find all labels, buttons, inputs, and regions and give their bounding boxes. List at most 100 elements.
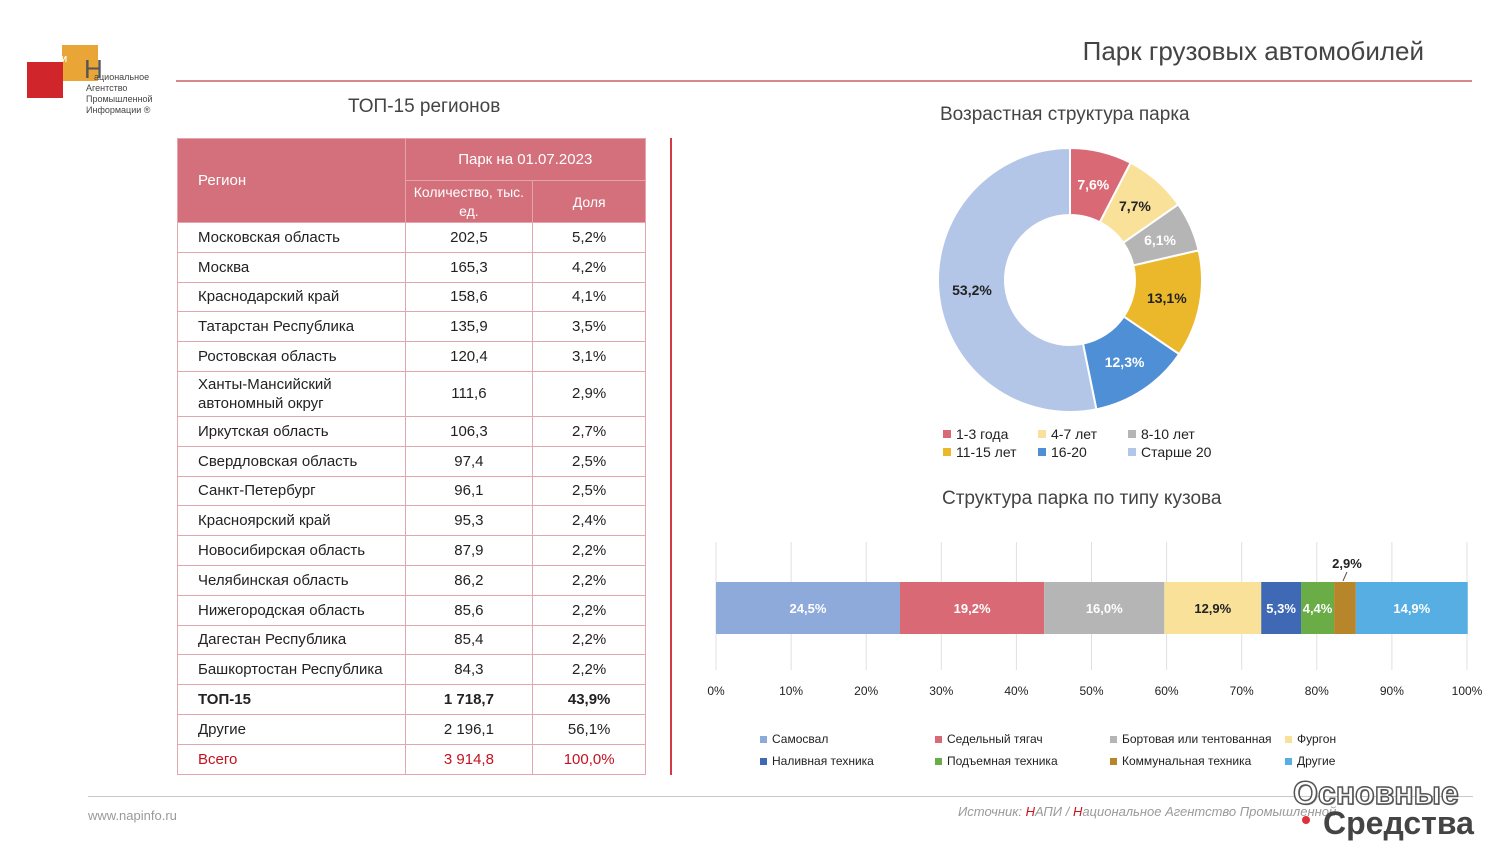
region-cell: Москва bbox=[177, 251, 406, 283]
bar-chart-title: Структура парка по типу кузова bbox=[942, 488, 1222, 509]
share-cell: 3,1% bbox=[532, 341, 646, 372]
x-tick-label: 10% bbox=[779, 684, 803, 698]
label-leader-line bbox=[1342, 571, 1348, 582]
watermark-line1: Основные bbox=[1292, 775, 1459, 811]
header-group: Парк на 01.07.2023 bbox=[404, 138, 647, 181]
count-cell: 120,4 bbox=[404, 341, 534, 372]
count-cell: 135,9 bbox=[404, 311, 534, 343]
donut-data-label: 13,1% bbox=[1147, 290, 1187, 306]
donut-data-label: 7,6% bbox=[1077, 176, 1109, 192]
region-cell: Краснодарский край bbox=[177, 281, 406, 313]
legend-swatch bbox=[935, 758, 942, 765]
count-cell: 165,3 bbox=[404, 251, 534, 283]
bar-segment bbox=[1334, 582, 1356, 634]
legend-swatch bbox=[1038, 430, 1046, 438]
count-cell: 111,6 bbox=[404, 370, 534, 417]
legend-swatch bbox=[1110, 758, 1117, 765]
legend-item: 8-10 лет bbox=[1128, 426, 1195, 442]
bar-data-label: 2,9% bbox=[1332, 556, 1362, 571]
logo-line: Промышленной bbox=[86, 94, 153, 104]
legend-label: 1-3 года bbox=[956, 426, 1009, 442]
top-divider bbox=[176, 80, 1472, 82]
table-row: Башкортостан Республика 84,3 2,2% bbox=[177, 654, 646, 686]
bar-data-label: 16,0% bbox=[1086, 601, 1123, 616]
region-cell: Дагестан Республика bbox=[177, 624, 406, 656]
legend-swatch bbox=[935, 736, 942, 743]
watermark-line2: Средства bbox=[1323, 805, 1474, 841]
table-row: Новосибирская область 87,9 2,2% bbox=[177, 535, 646, 566]
legend-label: Бортовая или тентованная bbox=[1122, 732, 1272, 746]
source-mid: АПИ / bbox=[1035, 804, 1073, 819]
legend-swatch bbox=[1285, 758, 1292, 765]
share-cell: 2,4% bbox=[532, 505, 646, 537]
share-cell: 2,5% bbox=[532, 445, 646, 477]
region-cell: Нижегородская область bbox=[177, 594, 406, 626]
legend-swatch bbox=[1285, 736, 1292, 743]
region-cell: Челябинская область bbox=[177, 564, 406, 596]
table-row: Ростовская область 120,4 3,1% bbox=[177, 341, 646, 372]
legend-item: 1-3 года bbox=[943, 426, 1008, 442]
region-cell: Всего bbox=[177, 743, 406, 775]
region-cell: Ростовская область bbox=[177, 341, 406, 372]
region-cell: Башкортостан Республика bbox=[177, 654, 406, 686]
logo-line: Информации ® bbox=[86, 105, 151, 115]
legend-swatch bbox=[1038, 448, 1046, 456]
table-row-top15: ТОП-15 1 718,7 43,9% bbox=[177, 684, 646, 715]
table-row: Московская область 202,5 5,2% bbox=[177, 222, 646, 253]
count-cell: 87,9 bbox=[404, 535, 534, 566]
table-row: Ханты-Мансийский автономный округ 111,6 2,… bbox=[177, 370, 646, 417]
region-cell: Санкт-Петербург bbox=[177, 475, 406, 507]
donut-data-label: 7,7% bbox=[1119, 198, 1151, 214]
share-cell: 4,2% bbox=[532, 251, 646, 283]
share-cell: 43,9% bbox=[532, 684, 646, 715]
legend-item: Седельный тягач bbox=[935, 732, 1043, 746]
share-cell: 5,2% bbox=[532, 222, 646, 253]
donut-chart-title: Возрастная структура парка bbox=[940, 104, 1190, 125]
count-cell: 97,4 bbox=[404, 445, 534, 477]
logo-line: Агентство bbox=[86, 83, 128, 93]
legend-item: Другие bbox=[1285, 754, 1335, 768]
logo-abbr: НАПИ bbox=[44, 55, 67, 64]
age-donut-chart: 7,6% 7,7% 6,1% 13,1% 12,3% 53,2% bbox=[937, 146, 1203, 413]
share-cell: 2,2% bbox=[532, 535, 646, 566]
region-cell: Другие bbox=[177, 713, 406, 745]
table-row: Свердловская область 97,4 2,5% bbox=[177, 445, 646, 477]
legend-label: Другие bbox=[1297, 754, 1336, 768]
regions-table: Регион Парк на 01.07.2023 Количество, ты… bbox=[177, 138, 647, 775]
table-body: Московская область 202,5 5,2% Москва 165,3 4,… bbox=[177, 222, 646, 775]
x-tick-label: 90% bbox=[1380, 684, 1404, 698]
table-row: Москва 165,3 4,2% bbox=[177, 251, 646, 283]
vertical-divider bbox=[670, 138, 672, 775]
source-n1: Н bbox=[1025, 804, 1035, 819]
bar-data-label: 14,9% bbox=[1393, 601, 1430, 616]
legend-item: Старше 20 bbox=[1128, 444, 1211, 460]
bottom-divider bbox=[88, 796, 1473, 797]
legend-label: Седельный тягач bbox=[947, 732, 1043, 746]
bar-legend: Самосвал Седельный тягач Бортовая или тент… bbox=[760, 732, 1480, 772]
count-cell: 158,6 bbox=[404, 281, 534, 313]
slide-title: Парк грузовых автомобилей bbox=[1082, 36, 1424, 66]
legend-item: Подъемная техника bbox=[935, 754, 1058, 768]
x-tick-label: 80% bbox=[1305, 684, 1329, 698]
share-cell: 3,5% bbox=[532, 311, 646, 343]
x-tick-label: 0% bbox=[707, 684, 725, 698]
count-cell: 85,6 bbox=[404, 594, 534, 626]
legend-label: 16-20 bbox=[1051, 444, 1087, 460]
footer-url[interactable]: www.napinfo.ru bbox=[88, 808, 177, 823]
region-cell: Красноярский край bbox=[177, 505, 406, 537]
region-cell: Ханты-Мансийский автономный округ bbox=[177, 370, 406, 417]
region-cell: ТОП-15 bbox=[177, 684, 406, 715]
count-cell: 1 718,7 bbox=[404, 684, 534, 715]
share-cell: 100,0% bbox=[532, 743, 646, 775]
logo-text: ациональное Агентство Промышленной Инфор… bbox=[86, 72, 176, 116]
legend-item: 4-7 лет bbox=[1038, 426, 1097, 442]
donut-data-label: 12,3% bbox=[1105, 354, 1145, 370]
source-prefix: Источник: bbox=[958, 804, 1026, 819]
legend-label: Подъемная техника bbox=[947, 754, 1058, 768]
bar-data-label: 19,2% bbox=[954, 601, 991, 616]
share-cell: 2,5% bbox=[532, 475, 646, 507]
count-cell: 85,4 bbox=[404, 624, 534, 656]
legend-item: Бортовая или тентованная bbox=[1110, 732, 1272, 746]
share-cell: 56,1% bbox=[532, 713, 646, 745]
table-row-total: Всего 3 914,8 100,0% bbox=[177, 743, 646, 775]
